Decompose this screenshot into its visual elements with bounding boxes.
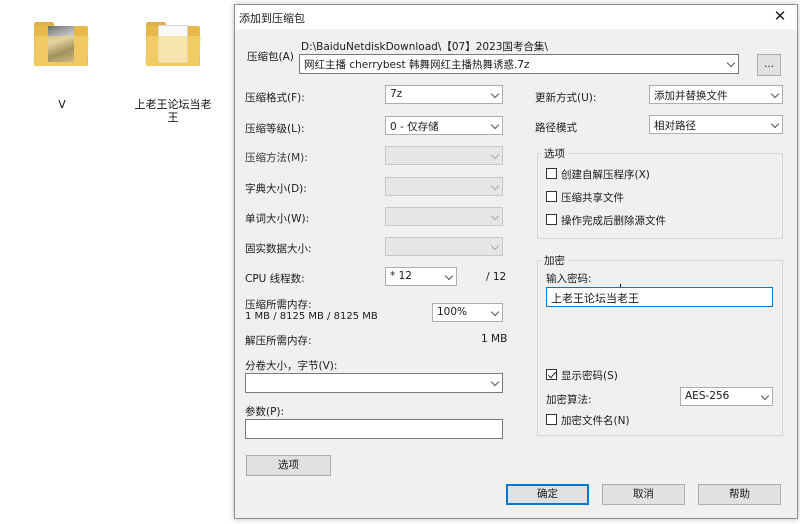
password-input[interactable]: 上老王论坛当老王: [546, 287, 773, 307]
chevron-down-icon: [770, 119, 780, 129]
archive-filename: 网红主播 cherrybest 韩舞网红主播热舞诱惑.7z: [304, 59, 530, 71]
mem-compress-label: 压缩所需内存:: [245, 299, 312, 311]
method-select: [385, 146, 503, 165]
update-value: 添加并替换文件: [654, 90, 728, 102]
dict-select: [385, 177, 503, 196]
mem-compress-detail: 1 MB / 8125 MB / 8125 MB: [245, 311, 378, 322]
show-password-label[interactable]: 显示密码(S): [561, 368, 618, 383]
chevron-down-icon: [490, 377, 500, 387]
ok-button[interactable]: 确定: [506, 484, 589, 505]
shared-label[interactable]: 压缩共享文件: [561, 190, 624, 205]
archive-filename-combo[interactable]: 网红主播 cherrybest 韩舞网红主播热舞诱惑.7z: [299, 54, 739, 74]
options-group-title: 选项: [541, 146, 568, 161]
close-icon[interactable]: ✕: [771, 7, 789, 25]
help-button[interactable]: 帮助: [698, 484, 781, 505]
chevron-down-icon: [726, 58, 736, 68]
params-label: 参数(P):: [245, 406, 285, 418]
sfx-label[interactable]: 创建自解压程序(X): [561, 167, 650, 182]
threads-label: CPU 线程数:: [245, 273, 305, 285]
level-label: 压缩等级(L):: [245, 123, 305, 135]
cancel-button[interactable]: 取消: [602, 484, 685, 505]
encrypt-names-checkbox[interactable]: [546, 414, 557, 425]
update-label: 更新方式(U):: [535, 92, 597, 104]
threads-select[interactable]: * 12: [385, 267, 457, 286]
encrypt-method-label: 加密算法:: [546, 394, 592, 406]
method-label: 压缩方法(M):: [245, 152, 308, 164]
level-select[interactable]: 0 - 仅存储: [385, 116, 503, 135]
format-value: 7z: [390, 88, 403, 100]
shared-checkbox[interactable]: [546, 191, 557, 202]
chevron-down-icon: [760, 391, 770, 401]
archive-label: 压缩包(A): [247, 51, 294, 63]
encrypt-method-select[interactable]: AES-256: [680, 387, 773, 406]
volume-select[interactable]: [245, 373, 503, 393]
delete-source-label[interactable]: 操作完成后删除源文件: [561, 213, 666, 228]
update-select[interactable]: 添加并替换文件: [649, 85, 783, 104]
options-button[interactable]: 选项: [246, 455, 331, 476]
volume-label: 分卷大小，字节(V):: [245, 360, 338, 372]
mem-decompress-value: 1 MB: [481, 333, 508, 345]
chevron-down-icon: [490, 89, 500, 99]
path-mode-label: 路径模式: [535, 122, 577, 134]
encryption-group-title: 加密: [541, 253, 568, 268]
threads-max: / 12: [486, 271, 507, 283]
folder-icon: [32, 22, 90, 66]
sfx-checkbox[interactable]: [546, 168, 557, 179]
format-select[interactable]: 7z: [385, 85, 503, 104]
password-label: 输入密码:: [546, 273, 592, 285]
archive-directory: D:\BaiduNetdiskDownload\【07】2023国考合集\: [301, 41, 548, 53]
dict-label: 字典大小(D):: [245, 183, 307, 195]
chevron-down-icon: [490, 307, 500, 317]
solid-label: 固实数据大小:: [245, 243, 312, 255]
desktop-icon-forum[interactable]: 上老王论坛当老王: [130, 18, 220, 128]
chevron-down-icon: [490, 150, 500, 160]
browse-button[interactable]: ...: [757, 54, 781, 76]
solid-select: [385, 237, 503, 256]
word-label: 单词大小(W):: [245, 213, 310, 225]
chevron-down-icon: [490, 181, 500, 191]
format-label: 压缩格式(F):: [245, 92, 305, 104]
word-select: [385, 207, 503, 226]
params-input[interactable]: [245, 419, 503, 439]
path-mode-value: 相对路径: [654, 120, 696, 132]
encrypt-names-label[interactable]: 加密文件名(N): [561, 413, 630, 428]
dialog-title: 添加到压缩包: [239, 12, 305, 25]
threads-value: * 12: [390, 270, 412, 282]
title-bar: 添加到压缩包 ✕: [235, 5, 797, 29]
add-to-archive-dialog: 添加到压缩包 ✕ 压缩包(A) D:\BaiduNetdiskDownload\…: [234, 4, 798, 519]
chevron-down-icon: [490, 211, 500, 221]
mem-percent-select[interactable]: 100%: [432, 303, 503, 322]
folder-icon: [144, 22, 202, 66]
encrypt-method-value: AES-256: [685, 390, 730, 402]
chevron-down-icon: [490, 120, 500, 130]
chevron-down-icon: [490, 241, 500, 251]
mem-percent-value: 100%: [437, 306, 468, 318]
desktop-icon-label: V: [58, 98, 66, 111]
desktop-icon-v[interactable]: V: [22, 18, 102, 118]
path-mode-select[interactable]: 相对路径: [649, 115, 783, 134]
show-password-checkbox[interactable]: [546, 369, 557, 380]
desktop-icon-label: 上老王论坛当老王: [134, 98, 212, 124]
mem-decompress-label: 解压所需内存:: [245, 335, 312, 347]
delete-source-checkbox[interactable]: [546, 214, 557, 225]
chevron-down-icon: [770, 89, 780, 99]
level-value: 0 - 仅存储: [390, 121, 439, 133]
chevron-down-icon: [444, 271, 454, 281]
